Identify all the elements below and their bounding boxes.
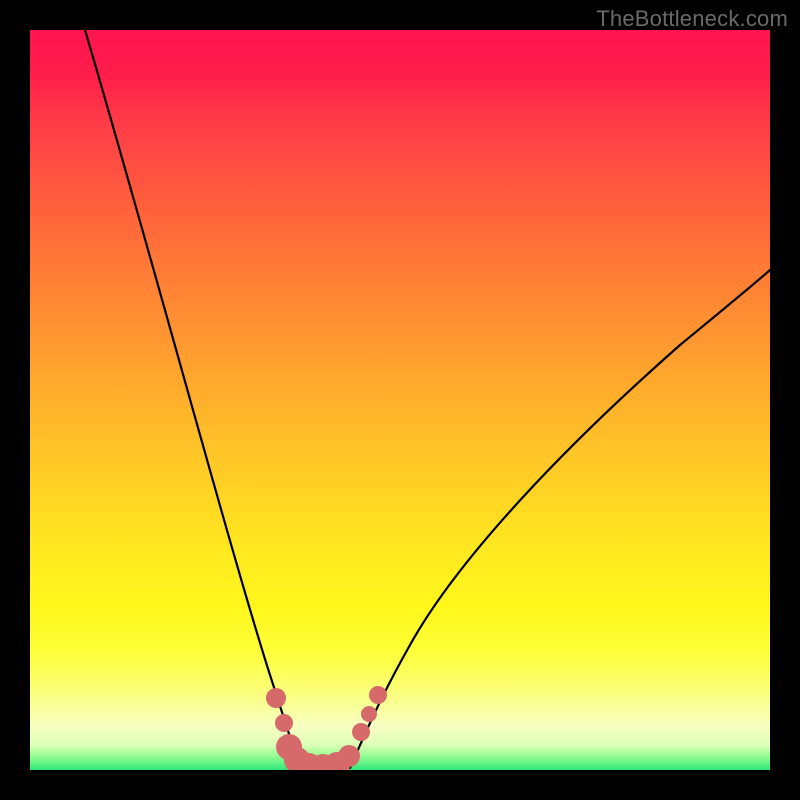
plot-area <box>30 30 770 770</box>
chart-frame: TheBottleneck.com <box>0 0 800 800</box>
curve-left <box>85 30 300 768</box>
chart-svg <box>30 30 770 770</box>
marker <box>361 706 377 722</box>
marker <box>338 745 360 767</box>
marker <box>369 686 387 704</box>
watermark-text: TheBottleneck.com <box>596 6 788 32</box>
marker <box>266 688 286 708</box>
marker <box>275 714 293 732</box>
curve-right <box>350 270 770 768</box>
marker <box>352 723 370 741</box>
marker-group <box>266 686 387 770</box>
